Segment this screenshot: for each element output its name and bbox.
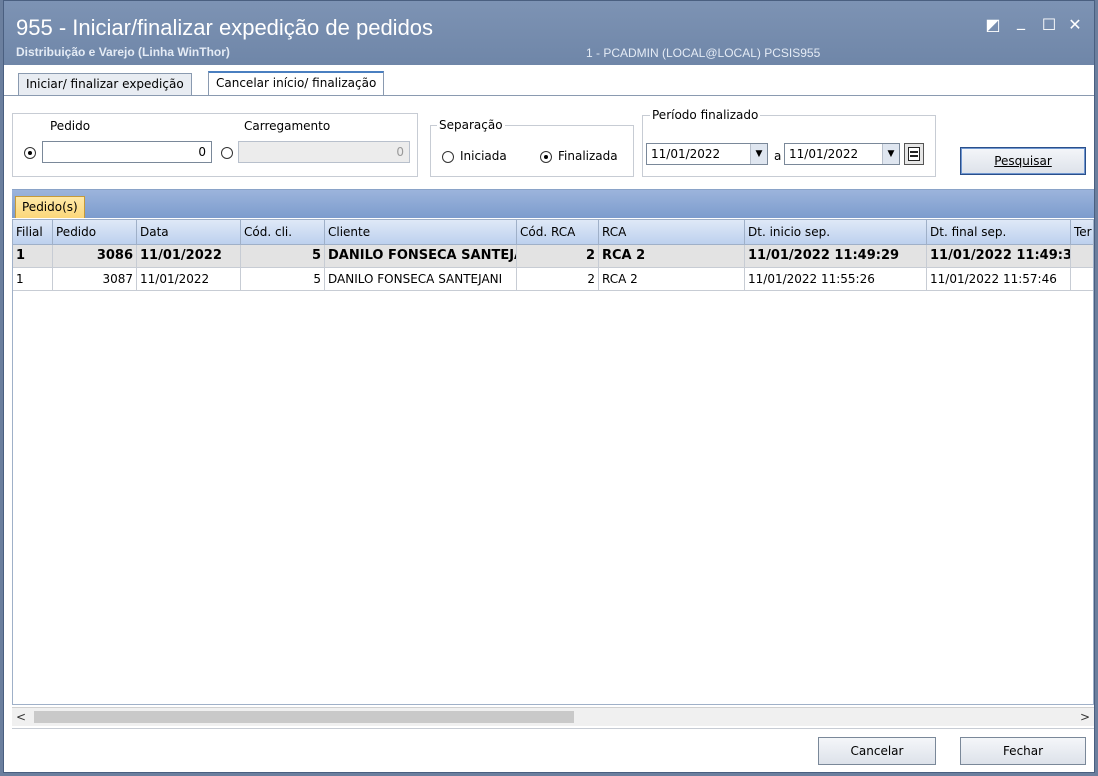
cell-dt-inicio-sep: 11/01/2022 11:55:26 bbox=[745, 268, 927, 290]
finalizada-label[interactable]: Finalizada bbox=[556, 149, 620, 163]
chevron-down-icon[interactable]: ▼ bbox=[750, 144, 767, 164]
chevron-down-icon[interactable]: ▼ bbox=[882, 144, 899, 164]
cell-dt-final-sep: 11/01/2022 11:49:3 bbox=[927, 245, 1071, 267]
iniciada-label[interactable]: Iniciada bbox=[458, 149, 509, 163]
iniciada-radio[interactable] bbox=[442, 151, 454, 163]
filter-panel: Pedido 0 Carregamento 0 Separação Inicia… bbox=[12, 108, 1086, 185]
calendar-icon[interactable] bbox=[904, 143, 924, 165]
cell-ter bbox=[1071, 268, 1093, 290]
cell-cod-rca: 2 bbox=[517, 268, 599, 290]
tab-strip: Iniciar/ finalizar expedição Cancelar in… bbox=[4, 67, 1094, 96]
tab-pedidos[interactable]: Pedido(s) bbox=[15, 196, 85, 218]
footer-bar: Cancelar Fechar bbox=[12, 728, 1094, 772]
orders-grid[interactable]: Filial Pedido Data Cód. cli. Cliente Cód… bbox=[12, 219, 1094, 705]
pedido-input[interactable]: 0 bbox=[42, 141, 212, 163]
minimize-icon[interactable]: _ bbox=[1012, 11, 1030, 30]
tab-cancelar-inicio[interactable]: Cancelar início/ finalização bbox=[208, 71, 385, 95]
pedido-label: Pedido bbox=[48, 119, 93, 133]
date-to-value: 11/01/2022 bbox=[789, 147, 859, 161]
date-separator: a bbox=[772, 149, 784, 163]
cell-cod-cli: 5 bbox=[241, 245, 325, 267]
main-window: 955 - Iniciar/finalizar expedição de ped… bbox=[3, 0, 1095, 773]
cell-rca: RCA 2 bbox=[599, 245, 745, 267]
cell-data: 11/01/2022 bbox=[137, 245, 241, 267]
cell-data: 11/01/2022 bbox=[137, 268, 241, 290]
scroll-right-icon[interactable]: > bbox=[1076, 708, 1094, 726]
cell-rca: RCA 2 bbox=[599, 268, 745, 290]
col-pedido[interactable]: Pedido bbox=[53, 220, 137, 244]
cell-dt-inicio-sep: 11/01/2022 11:49:29 bbox=[745, 245, 927, 267]
date-from-value: 11/01/2022 bbox=[651, 147, 721, 161]
cell-cod-rca: 2 bbox=[517, 245, 599, 267]
cell-pedido: 3086 bbox=[53, 245, 137, 267]
col-cliente[interactable]: Cliente bbox=[325, 220, 517, 244]
search-button[interactable]: Pesquisar bbox=[960, 147, 1086, 175]
horizontal-scrollbar[interactable]: < > bbox=[12, 707, 1094, 726]
tab-iniciar-finalizar[interactable]: Iniciar/ finalizar expedição bbox=[18, 73, 192, 95]
cancel-button[interactable]: Cancelar bbox=[818, 737, 936, 765]
scroll-left-icon[interactable]: < bbox=[12, 708, 30, 726]
search-button-label: Pesquisar bbox=[994, 154, 1052, 168]
close-button[interactable]: Fechar bbox=[960, 737, 1086, 765]
carregamento-label: Carregamento bbox=[242, 119, 333, 133]
title-bar[interactable]: 955 - Iniciar/finalizar expedição de ped… bbox=[4, 1, 1094, 65]
finalizada-radio[interactable] bbox=[540, 151, 552, 163]
col-dt-inicio-sep[interactable]: Dt. inicio sep. bbox=[745, 220, 927, 244]
periodo-label: Período finalizado bbox=[650, 108, 761, 122]
cell-ter bbox=[1071, 245, 1093, 267]
user-info: 1 - PCADMIN (LOCAL@LOCAL) PCSIS955 bbox=[586, 46, 821, 60]
window-subtitle: Distribuição e Varejo (Linha WinThor) bbox=[16, 45, 230, 59]
window-title: 955 - Iniciar/finalizar expedição de ped… bbox=[16, 15, 434, 40]
col-dt-final-sep[interactable]: Dt. final sep. bbox=[927, 220, 1071, 244]
carregamento-input[interactable]: 0 bbox=[238, 141, 410, 163]
scrollbar-thumb[interactable] bbox=[34, 711, 574, 723]
cancel-button-label: Cancelar bbox=[850, 744, 904, 758]
col-cod-cli[interactable]: Cód. cli. bbox=[241, 220, 325, 244]
cell-cliente: DANILO FONSECA SANTEJANI bbox=[325, 268, 517, 290]
grid-header: Filial Pedido Data Cód. cli. Cliente Cód… bbox=[13, 220, 1093, 245]
carregamento-radio[interactable] bbox=[221, 147, 233, 159]
separacao-label: Separação bbox=[437, 118, 505, 132]
cell-dt-final-sep: 11/01/2022 11:57:46 bbox=[927, 268, 1071, 290]
col-ter[interactable]: Ter bbox=[1071, 220, 1093, 244]
cell-filial: 1 bbox=[13, 245, 53, 267]
subtab-strip: Pedido(s) bbox=[12, 189, 1094, 218]
close-icon[interactable]: ✕ bbox=[1066, 15, 1084, 34]
maximize-icon[interactable]: ☐ bbox=[1040, 15, 1058, 34]
table-row[interactable]: 1 3087 11/01/2022 5 DANILO FONSECA SANTE… bbox=[13, 268, 1093, 291]
pedido-radio[interactable] bbox=[24, 147, 36, 159]
date-from-picker[interactable]: 11/01/2022 ▼ bbox=[646, 143, 768, 165]
col-cod-rca[interactable]: Cód. RCA bbox=[517, 220, 599, 244]
close-button-label: Fechar bbox=[1002, 744, 1044, 758]
date-to-picker[interactable]: 11/01/2022 ▼ bbox=[784, 143, 900, 165]
cell-cliente: DANILO FONSECA SANTEJA bbox=[325, 245, 517, 267]
table-row[interactable]: 1 3086 11/01/2022 5 DANILO FONSECA SANTE… bbox=[13, 245, 1093, 268]
cell-cod-cli: 5 bbox=[241, 268, 325, 290]
cell-pedido: 3087 bbox=[53, 268, 137, 290]
col-data[interactable]: Data bbox=[137, 220, 241, 244]
cell-filial: 1 bbox=[13, 268, 53, 290]
restore-icon[interactable]: ◩ bbox=[984, 15, 1002, 34]
col-rca[interactable]: RCA bbox=[599, 220, 745, 244]
col-filial[interactable]: Filial bbox=[13, 220, 53, 244]
